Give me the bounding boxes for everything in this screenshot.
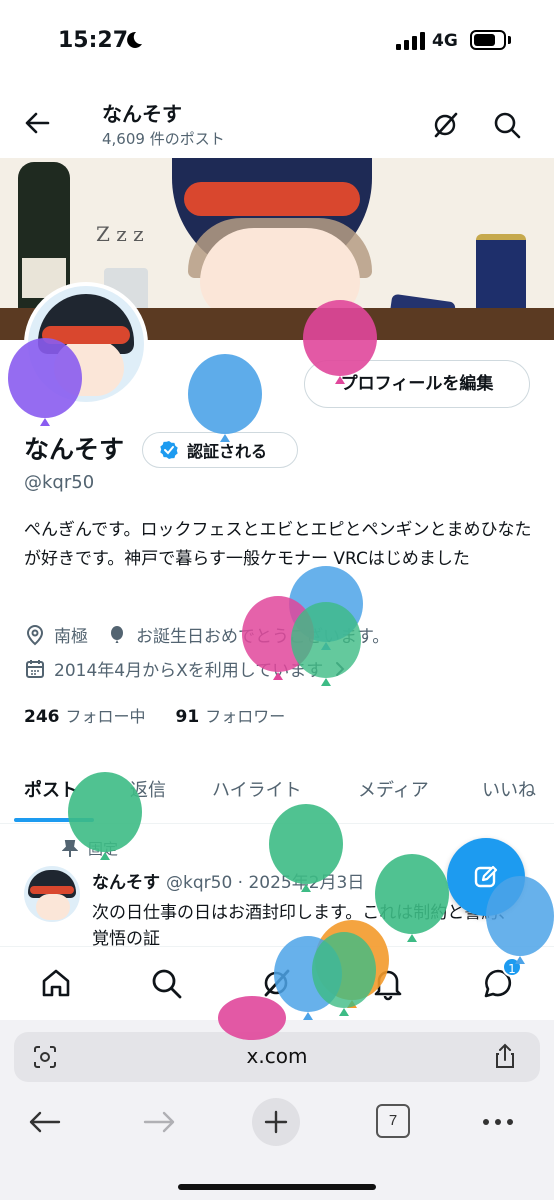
bell-icon <box>374 970 402 1001</box>
post-avatar[interactable] <box>24 866 80 922</box>
status-time: 15:27 <box>58 28 129 53</box>
share-icon[interactable] <box>492 1042 518 1074</box>
nav-notifications[interactable] <box>370 965 406 1001</box>
more-menu-button[interactable] <box>478 1102 518 1142</box>
browser-forward-button[interactable] <box>140 1102 180 1142</box>
compose-icon <box>474 865 498 888</box>
edit-profile-button[interactable]: プロフィールを編集 <box>304 360 530 408</box>
search-icon <box>152 969 182 999</box>
pinned-label: 固定 <box>62 838 118 859</box>
birthday-text[interactable]: お誕生日おめでとうございます。 <box>136 622 389 647</box>
post-header: なんそす @kqr50 · 2025年2月3日 <box>92 868 364 893</box>
browser-back-button[interactable] <box>24 1102 64 1142</box>
more-dots-icon <box>483 1119 513 1125</box>
compose-button[interactable] <box>447 838 525 916</box>
profile-avatar[interactable] <box>24 282 148 406</box>
post-count: 4,609 件のポスト <box>102 130 225 148</box>
followers-link[interactable]: 91 フォロワー <box>176 703 286 727</box>
username-handle: @kqr50 <box>24 472 95 493</box>
banner-illustration-text: Z z z <box>96 222 144 246</box>
notification-badge: 1 <box>502 957 522 977</box>
grok-icon <box>264 969 290 997</box>
pinned-text: 固定 <box>88 840 119 858</box>
get-verified-button[interactable]: 認証される <box>142 432 298 468</box>
location-pin-icon <box>26 624 44 645</box>
profile-meta-row: 南極 お誕生日おめでとうございます。 <box>24 622 389 647</box>
joined-text: 2014年4月からXを利用しています <box>54 661 324 681</box>
profile-bio: ぺんぎんです。ロックフェスとエビとエピとペンギンとまめひなたが好きです。神戸で暮… <box>24 520 532 569</box>
joined-row[interactable]: 2014年4月からXを利用しています <box>24 656 357 681</box>
tab-replies[interactable]: 返信 <box>130 776 166 802</box>
following-link[interactable]: 246 フォロー中 <box>24 703 146 727</box>
home-indicator <box>178 1184 376 1190</box>
profile-header: なんそす 4,609 件のポスト <box>0 84 554 158</box>
balloon <box>188 354 262 442</box>
following-count: 246 <box>24 707 60 727</box>
moon-icon <box>124 30 144 54</box>
home-icon <box>42 969 70 997</box>
browser-toolbar: x.com 7 <box>0 1020 554 1200</box>
signal-icon <box>396 32 425 50</box>
arrow-left-icon <box>25 112 50 134</box>
nav-search[interactable] <box>148 965 184 1001</box>
tab-media[interactable]: メディア <box>358 776 429 802</box>
location-text: 南極 <box>54 627 88 647</box>
arrow-right-icon <box>143 1111 175 1133</box>
tab-highlights[interactable]: ハイライト <box>212 776 302 802</box>
get-verified-label: 認証される <box>187 442 268 461</box>
tab-likes[interactable]: いいね <box>482 776 536 802</box>
calendar-icon <box>26 659 44 678</box>
url-text: x.com <box>246 1044 308 1068</box>
display-name: なんそす <box>24 435 125 464</box>
following-label: フォロー中 <box>65 707 146 726</box>
bottom-nav: 1 <box>0 946 554 1020</box>
status-bar: 15:27 4G <box>0 0 554 84</box>
active-tab-indicator <box>14 818 94 822</box>
header-title: なんそす <box>102 102 182 126</box>
grok-icon <box>434 112 458 138</box>
back-button[interactable] <box>22 108 52 138</box>
verified-badge-icon <box>160 441 178 459</box>
profile-tabs: ポスト 返信 ハイライト メディア いいね <box>0 770 554 824</box>
new-tab-button[interactable] <box>252 1098 300 1146</box>
grok-button[interactable] <box>428 108 462 142</box>
tab-posts[interactable]: ポスト <box>24 776 78 802</box>
plus-icon <box>264 1110 288 1134</box>
search-button[interactable] <box>490 108 524 142</box>
followers-count: 91 <box>175 707 200 727</box>
balloon-icon <box>111 625 123 643</box>
tab-switcher-button[interactable]: 7 <box>376 1104 410 1138</box>
network-type: 4G <box>432 31 458 51</box>
follow-stats: 246 フォロー中 91 フォロワー <box>24 703 285 727</box>
battery-icon <box>470 30 506 50</box>
arrow-left-icon <box>29 1111 61 1133</box>
address-bar[interactable]: x.com <box>14 1032 540 1082</box>
post-meta: @kqr50 · 2025年2月3日 <box>166 873 365 893</box>
search-icon <box>494 112 521 139</box>
chevron-right-icon <box>336 661 345 676</box>
followers-label: フォロワー <box>205 707 286 726</box>
post-author[interactable]: なんそす <box>92 873 160 893</box>
nav-home[interactable] <box>38 965 74 1001</box>
pin-icon <box>62 839 78 857</box>
nav-grok[interactable] <box>258 965 294 1001</box>
